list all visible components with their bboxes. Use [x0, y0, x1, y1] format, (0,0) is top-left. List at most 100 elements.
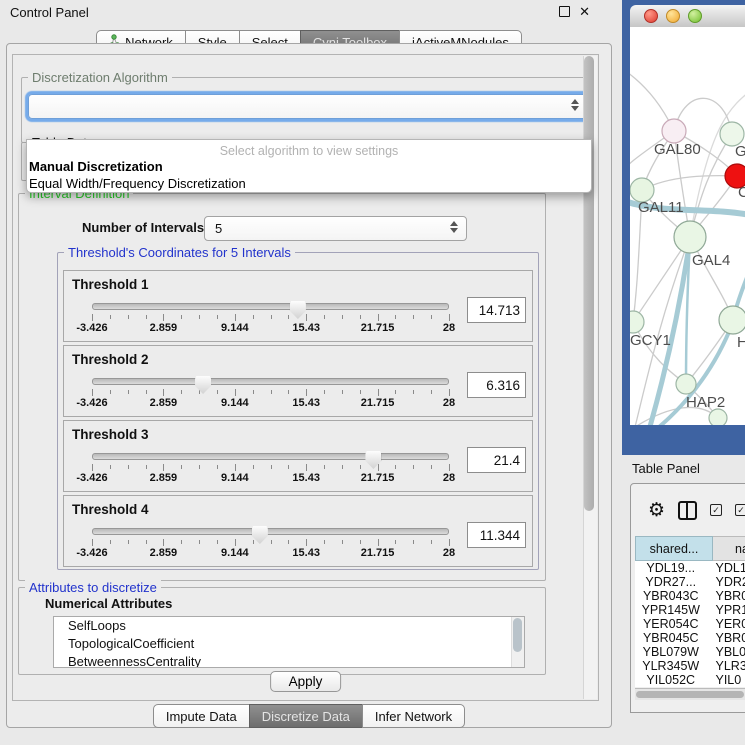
gear-icon[interactable]: ⚙ [648, 501, 665, 520]
threshold-1-value-field[interactable]: 14.713 [467, 297, 526, 323]
tick-mark [271, 465, 272, 469]
checkbox-icon[interactable]: ✓ [735, 504, 745, 516]
threshold-3-value-field[interactable]: 21.4 [467, 447, 526, 473]
network-canvas[interactable]: GAL80 GA C GAL11 GAL4 GCY1 HA HAP2 [630, 27, 745, 425]
table-row[interactable]: YER054CYER0 [635, 617, 745, 631]
tick-mark [235, 539, 236, 546]
columns-icon[interactable] [678, 501, 697, 520]
table-row[interactable]: YDL19...YDL1 [635, 561, 745, 575]
cell-name[interactable]: YBL0 [707, 645, 745, 659]
node-h[interactable] [719, 306, 745, 334]
cell-name[interactable]: YER0 [707, 617, 745, 631]
tick-mark [181, 540, 182, 544]
table-row[interactable]: YIL052CYIL0 [635, 673, 745, 687]
zoom-traffic-light-icon[interactable] [688, 9, 702, 23]
tick-mark [413, 315, 414, 319]
node-gal4[interactable] [674, 221, 706, 253]
tick-mark [449, 539, 450, 546]
threshold-2-value-field[interactable]: 6.316 [467, 372, 526, 398]
tick-mark [395, 540, 396, 544]
thresholds-group-label: Threshold's Coordinates for 5 Intervals [64, 245, 295, 260]
checkbox-icon[interactable]: ✓ [710, 504, 722, 516]
list-item[interactable]: BetweennessCentrality [54, 653, 524, 668]
scrollbar-thumb[interactable] [636, 691, 744, 698]
cell-shared-name[interactable]: YBL079W [635, 645, 707, 659]
tab-discretize-data[interactable]: Discretize Data [249, 704, 363, 728]
tick-mark [413, 540, 414, 544]
cell-shared-name[interactable]: YLR345W [635, 659, 707, 673]
float-window-icon[interactable] [559, 6, 570, 17]
scrollbar-thumb[interactable] [584, 56, 594, 511]
algorithm-combobox[interactable] [28, 94, 588, 119]
tick-mark [449, 464, 450, 471]
numerical-attributes-list[interactable]: SelfLoops TopologicalCoefficient Between… [53, 616, 525, 668]
column-header-name[interactable]: na [713, 536, 745, 561]
number-of-intervals-combobox[interactable]: 5 [204, 216, 467, 241]
tick-label: 21.715 [361, 547, 395, 559]
cell-shared-name[interactable]: YBR043C [635, 589, 707, 603]
threshold-4-slider[interactable] [92, 528, 449, 535]
cell-shared-name[interactable]: YBR045C [635, 631, 707, 645]
cell-shared-name[interactable]: YIL052C [635, 673, 707, 687]
list-scrollbar[interactable] [511, 617, 524, 667]
menu-item-manual-discretization[interactable]: Manual Discretization [27, 158, 591, 175]
tick-mark [395, 390, 396, 394]
tick-label: -3.426 [76, 547, 107, 559]
tick-mark [378, 314, 379, 321]
table-row[interactable]: YBL079WYBL0 [635, 645, 745, 659]
node-hap2[interactable] [676, 374, 696, 394]
node-bottom[interactable] [709, 409, 727, 425]
tick-mark [146, 465, 147, 469]
tick-mark [92, 464, 93, 471]
slider-tick-labels: -3.4262.8599.14415.4321.71528 [92, 547, 449, 560]
cell-name[interactable]: YBR0 [707, 631, 745, 645]
cell-shared-name[interactable]: YPR145W [635, 603, 707, 617]
cell-shared-name[interactable]: YER054C [635, 617, 707, 631]
table-row[interactable]: YDR27...YDR2 [635, 575, 745, 589]
threshold-2-slider[interactable] [92, 378, 449, 385]
tick-label: 28 [443, 322, 455, 334]
tick-mark [306, 389, 307, 396]
cell-shared-name[interactable]: YDR27... [635, 575, 707, 589]
tab-infer-network[interactable]: Infer Network [362, 704, 465, 728]
menu-item-equal-width-frequency[interactable]: Equal Width/Frequency Discretization [27, 175, 591, 192]
tick-mark [181, 315, 182, 319]
tick-mark [288, 465, 289, 469]
cell-name[interactable]: YDL1 [707, 561, 745, 575]
column-header-shared-name[interactable]: shared... [635, 536, 713, 561]
cell-name[interactable]: YDR2 [707, 575, 745, 589]
table-row[interactable]: YLR345WYLR3 [635, 659, 745, 673]
node-gcy1[interactable] [630, 311, 644, 333]
slider-tick-labels: -3.4262.8599.14415.4321.71528 [92, 322, 449, 335]
node-label: GAL4 [692, 252, 730, 269]
cell-name[interactable]: YLR3 [707, 659, 745, 673]
tick-mark [431, 540, 432, 544]
cell-shared-name[interactable]: YDL19... [635, 561, 707, 575]
tick-mark [360, 315, 361, 319]
cell-name[interactable]: YBR0 [707, 589, 745, 603]
cell-name[interactable]: YPR1 [707, 603, 745, 617]
tick-label: 9.144 [221, 547, 249, 559]
network-window-titlebar[interactable] [630, 5, 745, 28]
list-item[interactable]: TopologicalCoefficient [54, 635, 524, 653]
close-icon[interactable]: ✕ [579, 6, 590, 17]
attributes-group: Attributes to discretize Numerical Attri… [18, 587, 546, 675]
minimize-traffic-light-icon[interactable] [666, 9, 680, 23]
threshold-3-slider[interactable] [92, 453, 449, 460]
close-traffic-light-icon[interactable] [644, 9, 658, 23]
apply-button[interactable]: Apply [270, 671, 342, 692]
threshold-4-value-field[interactable]: 11.344 [467, 522, 526, 548]
table-row[interactable]: YPR145WYPR1 [635, 603, 745, 617]
numerical-attributes-heading: Numerical Attributes [45, 596, 172, 611]
tick-label: 2.859 [150, 322, 178, 334]
threshold-1-panel: Threshold 1 -3.4262.8599.14415.4321.7152… [63, 270, 533, 342]
table-row[interactable]: YBR043CYBR0 [635, 589, 745, 603]
cell-name[interactable]: YIL0 [707, 673, 745, 687]
tick-label: 2.859 [150, 397, 178, 409]
list-item[interactable]: SelfLoops [54, 617, 524, 635]
threshold-1-slider[interactable] [92, 303, 449, 310]
tab-impute-data[interactable]: Impute Data [153, 704, 250, 728]
table-row[interactable]: YBR045CYBR0 [635, 631, 745, 645]
table-horizontal-scrollbar[interactable] [635, 688, 745, 700]
node-gal80[interactable] [662, 119, 686, 143]
